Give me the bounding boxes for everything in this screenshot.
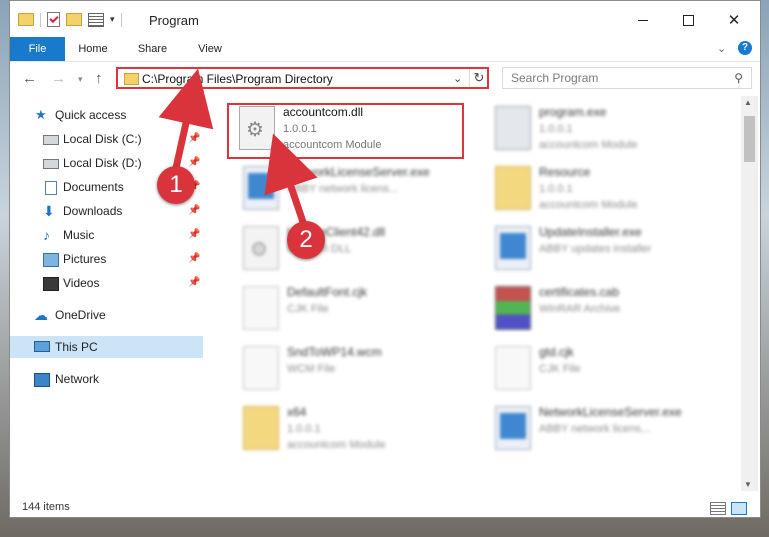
- step-badge-1: 1: [157, 166, 195, 204]
- step-badge-2: 2: [287, 221, 325, 259]
- arrow-2: [264, 133, 318, 224]
- annotation-arrows: [158, 68, 318, 224]
- arrow-1: [158, 68, 214, 169]
